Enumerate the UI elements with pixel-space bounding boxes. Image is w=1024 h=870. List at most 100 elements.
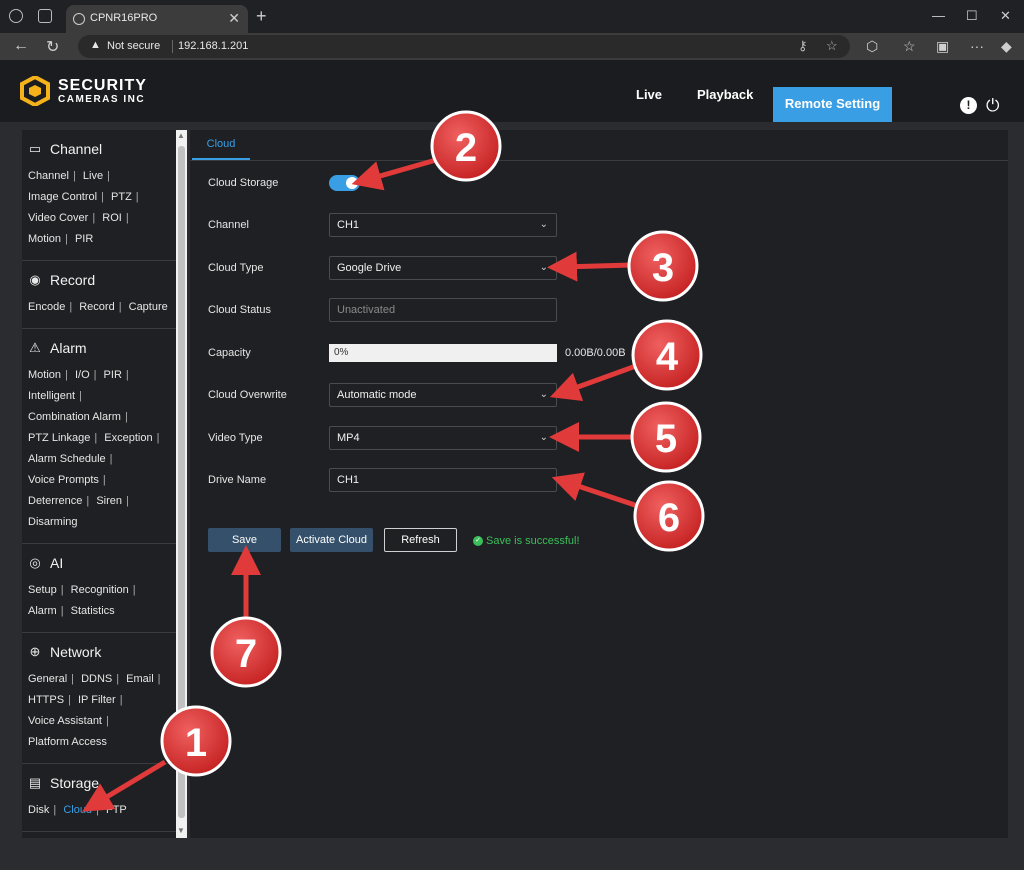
sidebar-section-header[interactable]: ◉ Record [22, 269, 176, 291]
close-tab-icon[interactable]: ✕ [228, 10, 240, 27]
tab-cloud[interactable]: Cloud [192, 130, 250, 160]
url-text[interactable]: 192.168.1.201 [178, 40, 248, 52]
window-close-icon[interactable]: ✕ [1000, 8, 1011, 24]
sidebar-link-ftp[interactable]: FTP [106, 804, 127, 816]
sidebar-link-channel[interactable]: Channel [28, 170, 69, 182]
cloud-status-label: Cloud Status [208, 304, 271, 316]
sidebar-section-alarm: ⚠ Alarm Motion | I/O | PIR | Intelligent | Com… [22, 329, 176, 544]
drive-name-input[interactable]: CH1 [329, 468, 557, 492]
key-icon[interactable]: ⚷ [798, 38, 808, 54]
sidebar-link-ip-filter[interactable]: IP Filter [78, 694, 116, 706]
link-separator: | [79, 390, 82, 402]
address-bar[interactable]: ▲ Not secure 192.168.1.201 ⚷ ☆ [78, 35, 850, 58]
sidebar-section-title: Alarm [50, 340, 87, 356]
sidebar-link-live[interactable]: Live [83, 170, 103, 182]
video-type-select[interactable]: MP4 ⌄ [329, 426, 557, 450]
sidebar-link-disk[interactable]: Disk [28, 804, 49, 816]
sidebar-link-encode[interactable]: Encode [28, 301, 65, 313]
scroll-up-icon[interactable]: ▲ [177, 131, 185, 140]
sidebar-link-disarming[interactable]: Disarming [28, 516, 78, 528]
browser-tab[interactable]: CPNR16PRO ✕ [66, 5, 248, 33]
sidebar-link-exception[interactable]: Exception [104, 432, 152, 444]
sidebar-section-title: Network [50, 644, 102, 660]
cloud-type-select[interactable]: Google Drive ⌄ [329, 256, 557, 280]
cloud-overwrite-select[interactable]: Automatic mode ⌄ [329, 383, 557, 407]
profile-icon[interactable] [9, 9, 23, 23]
drive-name-label: Drive Name [208, 474, 267, 486]
sidebar-link-voice-assistant[interactable]: Voice Assistant [28, 715, 102, 727]
scroll-thumb[interactable] [178, 146, 185, 818]
nav-live[interactable]: Live [636, 87, 662, 102]
sidebar-link-intelligent[interactable]: Intelligent [28, 390, 75, 402]
info-icon[interactable]: ! [960, 97, 977, 114]
extensions-icon[interactable]: ⬡ [866, 38, 878, 55]
sidebar-link-video-cover[interactable]: Video Cover [28, 212, 88, 224]
sidebar-link-alarm[interactable]: Alarm [28, 605, 57, 617]
new-tab-icon[interactable]: + [256, 6, 267, 27]
more-icon[interactable]: ··· [970, 38, 984, 54]
sidebar-link-pir[interactable]: PIR [75, 233, 93, 245]
sidebar-link-i-o[interactable]: I/O [75, 369, 90, 381]
scroll-down-icon[interactable]: ▼ [177, 826, 185, 835]
sidebar-section-header[interactable]: ◎ AI [22, 552, 176, 574]
cloud-status-value: Unactivated [337, 304, 396, 316]
sidebar-link-motion[interactable]: Motion [28, 233, 61, 245]
minimize-icon[interactable]: — [932, 8, 945, 23]
sidebar-link-setup[interactable]: Setup [28, 584, 57, 596]
sidebar-link-recognition[interactable]: Recognition [71, 584, 129, 596]
sidebar-section-header[interactable]: ⊕ Network [22, 641, 176, 663]
sidebar-link-https[interactable]: HTTPS [28, 694, 64, 706]
nav-playback[interactable]: Playback [697, 87, 753, 102]
sidebar-link-email[interactable]: Email [126, 673, 154, 685]
link-separator: | [126, 495, 129, 507]
sidebar-link-capture[interactable]: Capture [129, 301, 168, 313]
sidebar-link-siren[interactable]: Siren [96, 495, 122, 507]
maximize-icon[interactable]: ☐ [966, 8, 978, 24]
sidebar-link-deterrence[interactable]: Deterrence [28, 495, 82, 507]
channel-label: Channel [208, 219, 249, 231]
copilot-icon[interactable]: ◆ [1001, 38, 1012, 55]
sidebar-link-cloud[interactable]: Cloud [63, 804, 92, 816]
nav-remote-setting[interactable]: Remote Setting [773, 87, 892, 122]
reload-icon[interactable]: ↻ [46, 37, 59, 57]
link-separator: | [69, 301, 73, 313]
sidebar-link-motion[interactable]: Motion [28, 369, 61, 381]
channel-select[interactable]: CH1 ⌄ [329, 213, 557, 237]
back-icon[interactable]: ← [13, 37, 29, 55]
warning-icon: ▲ [90, 39, 101, 51]
sidebar-link-ptz-linkage[interactable]: PTZ Linkage [28, 432, 90, 444]
sidebar-link-image-control[interactable]: Image Control [28, 191, 97, 203]
sidebar-section-header[interactable]: ▤ Storage [22, 772, 176, 794]
sidebar-link-platform-access[interactable]: Platform Access [28, 736, 107, 748]
sidebar-link-record[interactable]: Record [79, 301, 114, 313]
not-secure-label[interactable]: Not secure [107, 40, 160, 52]
sidebar-link-general[interactable]: General [28, 673, 67, 685]
save-button[interactable]: Save [208, 528, 281, 552]
sidebar-section-header[interactable]: ⚠ Alarm [22, 337, 176, 359]
sidebar-link-ptz[interactable]: PTZ [111, 191, 132, 203]
power-icon[interactable]: ⏻ [986, 96, 999, 116]
sidebar-section-record: ◉ Record Encode | Record | Capture [22, 261, 176, 329]
sidebar-link-roi[interactable]: ROI [102, 212, 122, 224]
sidebar-link-ddns[interactable]: DDNS [81, 673, 112, 685]
refresh-button[interactable]: Refresh [384, 528, 457, 552]
tab-actions-icon[interactable] [38, 9, 52, 23]
sidebar-link-statistics[interactable]: Statistics [71, 605, 115, 617]
sidebar-links: Setup | Recognition | Alarm | Statistics [22, 574, 176, 622]
cloud-type-value: Google Drive [337, 262, 402, 274]
sidebar-link-pir[interactable]: PIR [104, 369, 122, 381]
sidebar-link-voice-prompts[interactable]: Voice Prompts [28, 474, 99, 486]
sidebar-scrollbar[interactable]: ▲ ▼ [176, 130, 187, 838]
sidebar-section-header[interactable]: ▭ Channel [22, 138, 176, 160]
collections-icon[interactable]: ▣ [936, 38, 949, 55]
link-separator: | [135, 191, 139, 203]
activate-cloud-button[interactable]: Activate Cloud [290, 528, 373, 552]
sidebar-link-alarm-schedule[interactable]: Alarm Schedule [28, 453, 106, 465]
star-icon[interactable]: ☆ [826, 38, 838, 54]
link-separator: | [53, 804, 57, 816]
cloud-storage-toggle[interactable] [329, 175, 360, 191]
favorites-icon[interactable]: ☆ [903, 38, 916, 55]
sidebar-link-combination-alarm[interactable]: Combination Alarm [28, 411, 121, 423]
cloud-type-label: Cloud Type [208, 262, 264, 274]
capacity-label: Capacity [208, 347, 251, 359]
